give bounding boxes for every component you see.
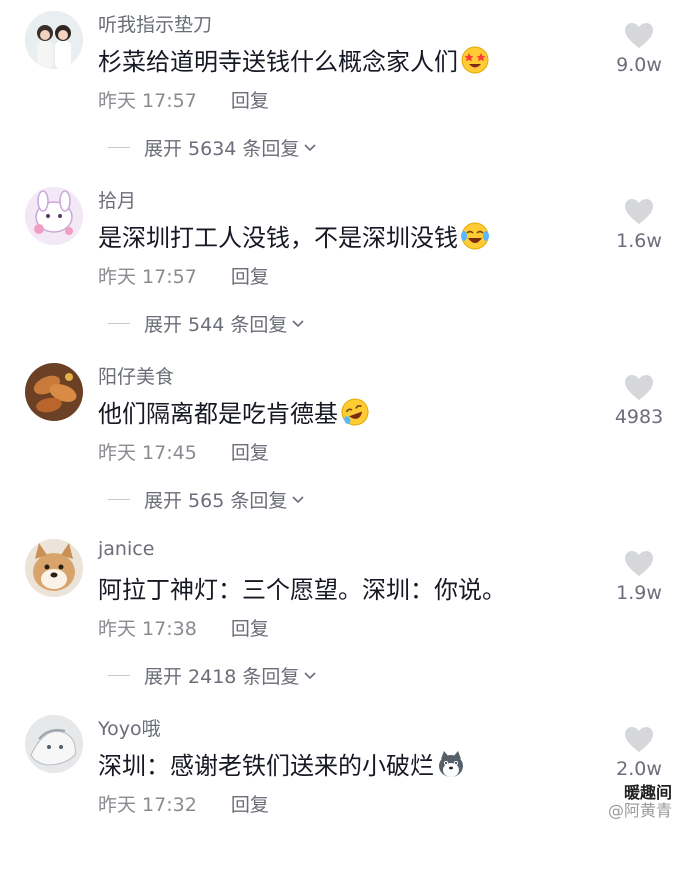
avatar[interactable] (25, 715, 83, 773)
chevron-down-icon (304, 143, 317, 151)
reply-button[interactable]: 回复 (231, 794, 269, 816)
expand-replies-label: 展开 544 条回复 (144, 314, 288, 336)
divider (108, 147, 130, 148)
watermark: 暖趣间 @阿黄青 (608, 784, 672, 820)
comment-text: 深圳：感谢老铁们送来的小破烂 (98, 746, 466, 781)
comment-text: 杉菜给道明寺送钱什么概念家人们 (98, 42, 490, 77)
heart-icon (625, 551, 653, 576)
timestamp: 昨天 17:32 (98, 794, 197, 816)
username[interactable]: janice (98, 538, 154, 560)
heart-icon (625, 199, 653, 224)
comment-item: 阳仔美食 他们隔离都是吃肯德基 昨天 17:45 回复 展开 565 条回复 4… (0, 356, 690, 532)
expand-replies-button[interactable]: 展开 544 条回复 (108, 310, 306, 337)
comment-text-body: 阿拉丁神灯：三个愿望。深圳：你说。 (98, 576, 506, 604)
reply-button[interactable]: 回复 (231, 90, 269, 112)
avatar[interactable] (25, 539, 83, 597)
expand-replies-label: 展开 565 条回复 (144, 490, 288, 512)
comment-meta: 昨天 17:57 回复 (98, 262, 269, 289)
heart-icon (625, 727, 653, 752)
reply-button[interactable]: 回复 (231, 618, 269, 640)
username[interactable]: 拾月 (98, 186, 136, 213)
like-button[interactable]: 1.6w (604, 198, 674, 252)
like-count: 2.0w (616, 758, 662, 780)
divider (108, 323, 130, 324)
chevron-down-icon (292, 319, 304, 327)
expand-replies-button[interactable]: 展开 2418 条回复 (108, 662, 318, 689)
comment-item: Yoyo哦 深圳：感谢老铁们送来的小破烂 昨天 17:32 回复 2.0w (0, 708, 690, 884)
expand-replies-button[interactable]: 展开 565 条回复 (108, 486, 306, 513)
like-count: 1.6w (616, 230, 662, 252)
username[interactable]: 听我指示垫刀 (98, 10, 212, 37)
comment-text-body: 他们隔离都是吃肯德基 (98, 400, 338, 428)
timestamp: 昨天 17:38 (98, 618, 197, 640)
like-button[interactable]: 4983 (604, 374, 674, 428)
watermark-brand: 暖趣间 (623, 783, 672, 802)
heart-icon (625, 375, 653, 400)
comment-item: 拾月 是深圳打工人没钱，不是深圳没钱 昨天 17:57 回复 展开 544 条回… (0, 180, 690, 356)
comment-meta: 昨天 17:57 回复 (98, 86, 269, 113)
comment-text: 是深圳打工人没钱，不是深圳没钱 (98, 218, 490, 253)
timestamp: 昨天 17:57 (98, 266, 197, 288)
like-count: 4983 (614, 406, 664, 428)
reply-button[interactable]: 回复 (231, 266, 269, 288)
comment-text: 阿拉丁神灯：三个愿望。深圳：你说。 (98, 570, 506, 605)
timestamp: 昨天 17:57 (98, 90, 197, 112)
like-button[interactable]: 2.0w (604, 726, 674, 780)
rofl-emoji-icon (341, 398, 369, 426)
comment-meta: 昨天 17:38 回复 (98, 614, 269, 641)
like-button[interactable]: 1.9w (604, 550, 674, 604)
heart-icon (625, 23, 653, 48)
divider (108, 499, 130, 500)
expand-replies-button[interactable]: 展开 5634 条回复 (108, 134, 318, 161)
chevron-down-icon (292, 495, 304, 503)
like-button[interactable]: 9.0w (604, 22, 674, 76)
star-struck-emoji-icon (461, 46, 489, 74)
chevron-down-icon (304, 671, 317, 679)
username[interactable]: 阳仔美食 (98, 362, 174, 389)
username[interactable]: Yoyo哦 (98, 714, 161, 741)
comment-text: 他们隔离都是吃肯德基 (98, 394, 370, 429)
divider (108, 675, 130, 676)
expand-replies-label: 展开 2418 条回复 (144, 666, 300, 688)
comment-meta: 昨天 17:45 回复 (98, 438, 269, 465)
avatar[interactable] (25, 363, 83, 421)
comment-text-body: 深圳：感谢老铁们送来的小破烂 (98, 752, 434, 780)
comment-meta: 昨天 17:32 回复 (98, 790, 269, 817)
like-count: 9.0w (616, 54, 662, 76)
timestamp: 昨天 17:45 (98, 442, 197, 464)
comment-text-body: 杉菜给道明寺送钱什么概念家人们 (98, 48, 458, 76)
comment-item: 听我指示垫刀 杉菜给道明寺送钱什么概念家人们 昨天 17:57 回复 展开 56… (0, 4, 690, 180)
husky-emoji-icon (439, 751, 463, 777)
reply-button[interactable]: 回复 (231, 442, 269, 464)
expand-replies-label: 展开 5634 条回复 (144, 138, 300, 160)
watermark-handle: @阿黄青 (607, 801, 672, 820)
comment-text-body: 是深圳打工人没钱，不是深圳没钱 (98, 224, 458, 252)
crying-laughing-emoji-icon (461, 222, 489, 250)
avatar[interactable] (25, 11, 83, 69)
like-count: 1.9w (616, 582, 662, 604)
avatar[interactable] (25, 187, 83, 245)
comment-item: janice 阿拉丁神灯：三个愿望。深圳：你说。 昨天 17:38 回复 展开 … (0, 532, 690, 708)
